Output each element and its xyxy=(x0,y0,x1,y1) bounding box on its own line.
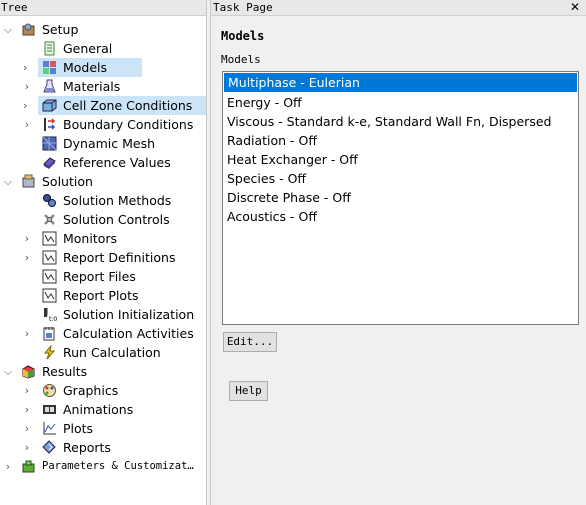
tree-item-solution-initialization[interactable]: t:0 Solution Initialization xyxy=(0,305,206,324)
list-item[interactable]: Multiphase - Eulerian xyxy=(224,73,577,92)
tree-item-general[interactable]: General xyxy=(0,39,206,58)
tree-item-run-calculation[interactable]: Run Calculation xyxy=(0,343,206,362)
report-files-icon xyxy=(42,269,57,284)
tree-item-calculation-activities[interactable]: › Calculation Activities xyxy=(0,324,206,343)
graphics-icon xyxy=(42,383,57,398)
tree-item-solution-controls[interactable]: Solution Controls xyxy=(0,210,206,229)
tree-item-dynamic-mesh[interactable]: Dynamic Mesh xyxy=(0,134,206,153)
tree-item-reference-values[interactable]: Reference Values xyxy=(0,153,206,172)
cell-zone-icon xyxy=(42,98,57,113)
solution-methods-icon xyxy=(42,193,57,208)
tree-item-report-files[interactable]: Report Files xyxy=(0,267,206,286)
edit-button[interactable]: Edit... xyxy=(223,332,277,352)
help-button[interactable]: Help xyxy=(229,381,268,401)
tree-item-plots[interactable]: › Plots xyxy=(0,419,206,438)
tree-item-solution-methods[interactable]: Solution Methods xyxy=(0,191,206,210)
list-item[interactable]: Heat Exchanger - Off xyxy=(223,150,578,169)
tree-item-models[interactable]: Models xyxy=(38,58,142,77)
svg-text:t:0: t:0 xyxy=(49,316,57,322)
tree-header: Tree xyxy=(0,0,206,16)
list-item[interactable]: Species - Off xyxy=(223,169,578,188)
models-list-label: Models xyxy=(221,53,261,66)
task-page-panel: Task Page ✕ Models Models Multiphase - E… xyxy=(211,0,586,505)
setup-icon xyxy=(21,22,36,37)
reports-icon xyxy=(42,440,57,455)
dynamic-mesh-icon xyxy=(42,136,57,151)
tree-item-parameters-customization[interactable]: › Parameters & Customizat… xyxy=(0,457,206,476)
solution-icon xyxy=(21,174,36,189)
chevron-right-icon[interactable]: › xyxy=(22,77,32,96)
calculation-activities-icon xyxy=(42,326,57,341)
chevron-right-icon[interactable]: › xyxy=(22,400,32,419)
tree-item-boundary-conditions[interactable]: › Boundary Conditions xyxy=(0,115,206,134)
monitors-icon xyxy=(42,231,57,246)
chevron-right-icon[interactable]: › xyxy=(22,419,32,438)
tree-item-animations[interactable]: › Animations xyxy=(0,400,206,419)
solution-initialization-icon: t:0 xyxy=(42,307,57,322)
chevron-down-icon[interactable]: ⌵ xyxy=(3,20,13,39)
general-icon xyxy=(42,41,57,56)
chevron-right-icon[interactable]: › xyxy=(22,248,32,267)
list-item[interactable]: Discrete Phase - Off xyxy=(223,188,578,207)
list-item[interactable]: Acoustics - Off xyxy=(223,207,578,226)
task-page-title: Task Page xyxy=(213,1,273,14)
tree-item-materials[interactable]: › Materials xyxy=(0,77,206,96)
reference-values-icon xyxy=(42,155,57,170)
chevron-right-icon[interactable]: › xyxy=(23,58,27,77)
models-listbox[interactable]: Multiphase - Eulerian Energy - Off Visco… xyxy=(222,71,579,325)
list-item[interactable]: Radiation - Off xyxy=(223,131,578,150)
page-title: Models xyxy=(221,29,265,43)
list-item[interactable]: Viscous - Standard k-e, Standard Wall Fn… xyxy=(223,112,578,131)
tree-item-report-definitions[interactable]: › Report Definitions xyxy=(0,248,206,267)
tree-item-graphics[interactable]: › Graphics xyxy=(0,381,206,400)
close-icon[interactable]: ✕ xyxy=(570,0,580,15)
run-calculation-icon xyxy=(42,345,57,360)
chevron-right-icon[interactable]: › xyxy=(22,115,32,134)
animations-icon xyxy=(42,402,57,417)
chevron-right-icon[interactable]: › xyxy=(22,229,32,248)
tree-item-reports[interactable]: › Reports xyxy=(0,438,206,457)
outline-tree-panel: Tree ⌵ Setup General Models › › Material… xyxy=(0,0,206,505)
report-plots-icon xyxy=(42,288,57,303)
list-item[interactable]: Energy - Off xyxy=(223,93,578,112)
tree-item-results[interactable]: ⌵ Results xyxy=(0,362,206,381)
results-icon xyxy=(21,364,36,379)
chevron-down-icon[interactable]: ⌵ xyxy=(3,362,13,381)
chevron-right-icon[interactable]: › xyxy=(22,324,32,343)
chevron-right-icon[interactable]: › xyxy=(23,96,27,115)
models-icon xyxy=(42,60,57,75)
solution-controls-icon xyxy=(42,212,57,227)
tree-item-monitors[interactable]: › Monitors xyxy=(0,229,206,248)
materials-icon xyxy=(42,79,57,94)
chevron-right-icon[interactable]: › xyxy=(3,457,13,476)
plots-icon xyxy=(42,421,57,436)
report-definitions-icon xyxy=(42,250,57,265)
tree-item-setup[interactable]: ⌵ Setup xyxy=(0,20,206,39)
tree-item-solution[interactable]: ⌵ Solution xyxy=(0,172,206,191)
chevron-down-icon[interactable]: ⌵ xyxy=(3,172,13,191)
tree-item-cell-zone-conditions[interactable]: Cell Zone Conditions xyxy=(38,96,206,115)
tree-item-report-plots[interactable]: Report Plots xyxy=(0,286,206,305)
boundary-icon xyxy=(42,117,57,132)
chevron-right-icon[interactable]: › xyxy=(22,381,32,400)
task-page-header: Task Page ✕ xyxy=(211,0,586,16)
parameters-icon xyxy=(21,459,36,474)
chevron-right-icon[interactable]: › xyxy=(22,438,32,457)
